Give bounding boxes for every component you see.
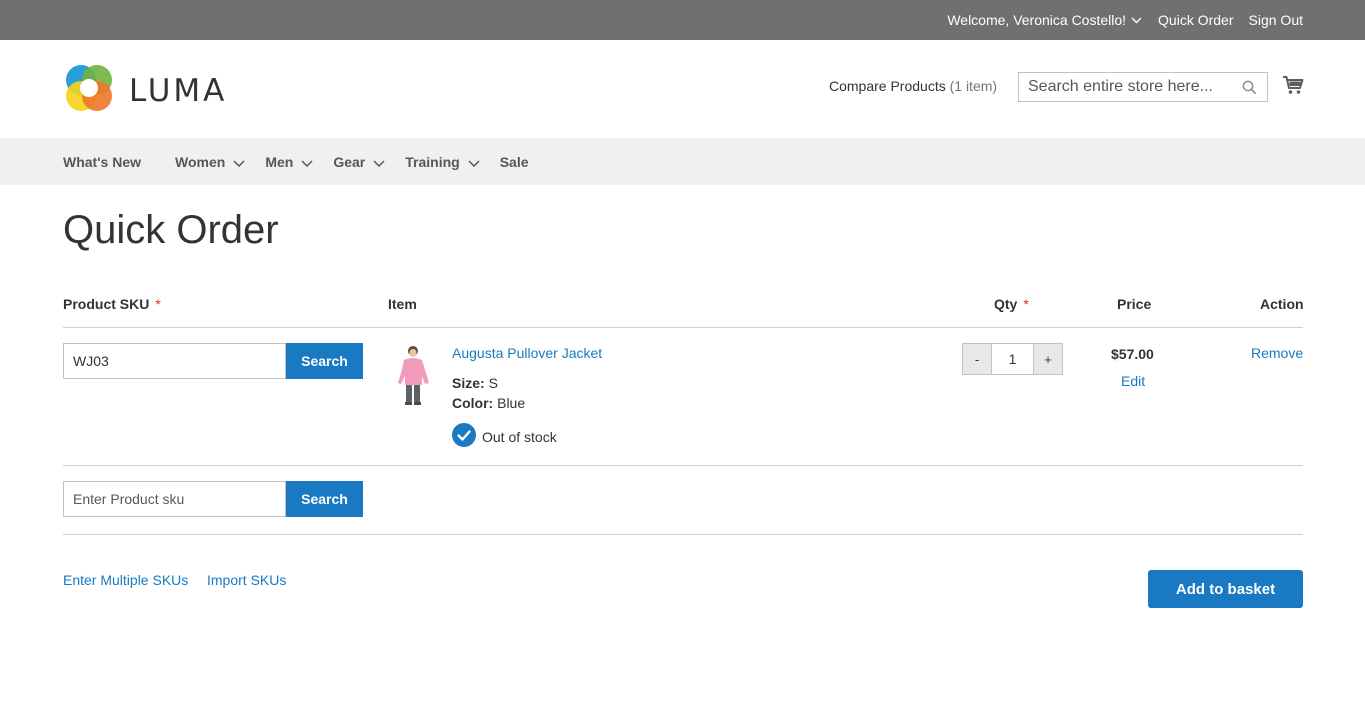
product-name-link[interactable]: Augusta Pullover Jacket [452, 345, 602, 361]
sign-out-link[interactable]: Sign Out [1249, 12, 1303, 28]
divider [63, 327, 1303, 328]
search-sku-button[interactable]: Search [286, 481, 363, 517]
edit-link[interactable]: Edit [1121, 373, 1145, 389]
stock-status-text: Out of stock [482, 428, 557, 445]
stock-status: Out of stock [452, 423, 557, 450]
checkmark-circle-icon [452, 423, 476, 450]
quick-order-link[interactable]: Quick Order [1158, 12, 1233, 28]
logo-text: LUMA [129, 72, 228, 109]
sku-input[interactable] [64, 482, 285, 516]
column-header-item: Item [388, 296, 417, 312]
remove-link[interactable]: Remove [1251, 345, 1303, 361]
product-thumbnail[interactable] [395, 343, 435, 407]
cart-icon[interactable] [1282, 75, 1304, 100]
column-header-qty: Qty * [994, 296, 1029, 312]
header: LUMA Compare Products (1 item) [0, 40, 1365, 138]
chevron-down-icon [468, 154, 480, 170]
divider [63, 465, 1303, 466]
option-value: S [488, 375, 498, 391]
add-to-basket-button[interactable]: Add to basket [1148, 570, 1303, 608]
main-nav: What's New Women Men Gear Training Sale [0, 138, 1365, 185]
qty-decrease-button[interactable]: - [963, 344, 991, 374]
option-label: Size: [452, 375, 485, 391]
site-search [1018, 72, 1268, 102]
chevron-down-icon [233, 154, 245, 170]
top-bar: Welcome, Veronica Costello! Quick Order … [0, 0, 1365, 40]
welcome-menu[interactable]: Welcome, Veronica Costello! [947, 12, 1142, 28]
column-header-sku: Product SKU * [63, 296, 161, 312]
option-value: Blue [497, 395, 526, 411]
option-label: Color: [452, 395, 494, 411]
nav-item-label: What's New [63, 153, 142, 170]
nav-item-training[interactable]: Training [405, 153, 480, 170]
nav-item-sale[interactable]: Sale [500, 154, 529, 170]
import-skus-link[interactable]: Import SKUs [207, 572, 286, 588]
search-input[interactable] [1019, 73, 1229, 101]
nav-item-whats-new[interactable]: What's New [63, 154, 141, 170]
sku-field [63, 481, 286, 517]
nav-item-label: Sale [499, 153, 529, 170]
nav-item-label: Women [175, 153, 226, 170]
nav-item-women[interactable]: Women [175, 154, 245, 170]
quantity-stepper: - 1 + [962, 343, 1063, 375]
store-logo[interactable]: LUMA [63, 62, 227, 119]
product-option-size: Size: S [452, 375, 498, 391]
search-sku-button[interactable]: Search [286, 343, 363, 379]
page-title: Quick Order [63, 208, 279, 252]
luma-logo-icon [63, 62, 115, 119]
chevron-down-icon [373, 154, 385, 170]
divider [63, 534, 1303, 535]
chevron-down-icon [1131, 17, 1142, 24]
column-header-label: Product SKU [63, 296, 150, 312]
column-header-price: Price [1117, 296, 1152, 312]
nav-item-gear[interactable]: Gear [333, 154, 385, 170]
column-header-action: Action [1260, 296, 1304, 312]
required-mark: * [1023, 296, 1029, 312]
compare-products-link[interactable]: Compare Products (1 item) [829, 78, 997, 94]
nav-item-label: Gear [333, 153, 366, 170]
compare-label: Compare Products [829, 78, 946, 94]
nav-item-label: Training [405, 153, 460, 170]
welcome-text: Welcome, Veronica Costello! [947, 12, 1127, 28]
sku-field [63, 343, 286, 379]
chevron-down-icon [301, 154, 313, 170]
item-price: $57.00 [1111, 346, 1154, 362]
product-option-color: Color: Blue [452, 395, 525, 411]
top-links: Welcome, Veronica Costello! Quick Order … [947, 0, 1303, 40]
qty-input[interactable]: 1 [991, 344, 1034, 374]
search-icon[interactable] [1242, 80, 1257, 100]
required-mark: * [155, 296, 161, 312]
sku-input[interactable] [64, 344, 285, 378]
qty-increase-button[interactable]: + [1034, 344, 1062, 374]
nav-item-label: Men [265, 153, 294, 170]
column-header-label: Qty [994, 296, 1018, 312]
nav-item-men[interactable]: Men [265, 154, 313, 170]
compare-count: (1 item) [949, 78, 998, 94]
enter-multiple-skus-link[interactable]: Enter Multiple SKUs [63, 572, 188, 588]
